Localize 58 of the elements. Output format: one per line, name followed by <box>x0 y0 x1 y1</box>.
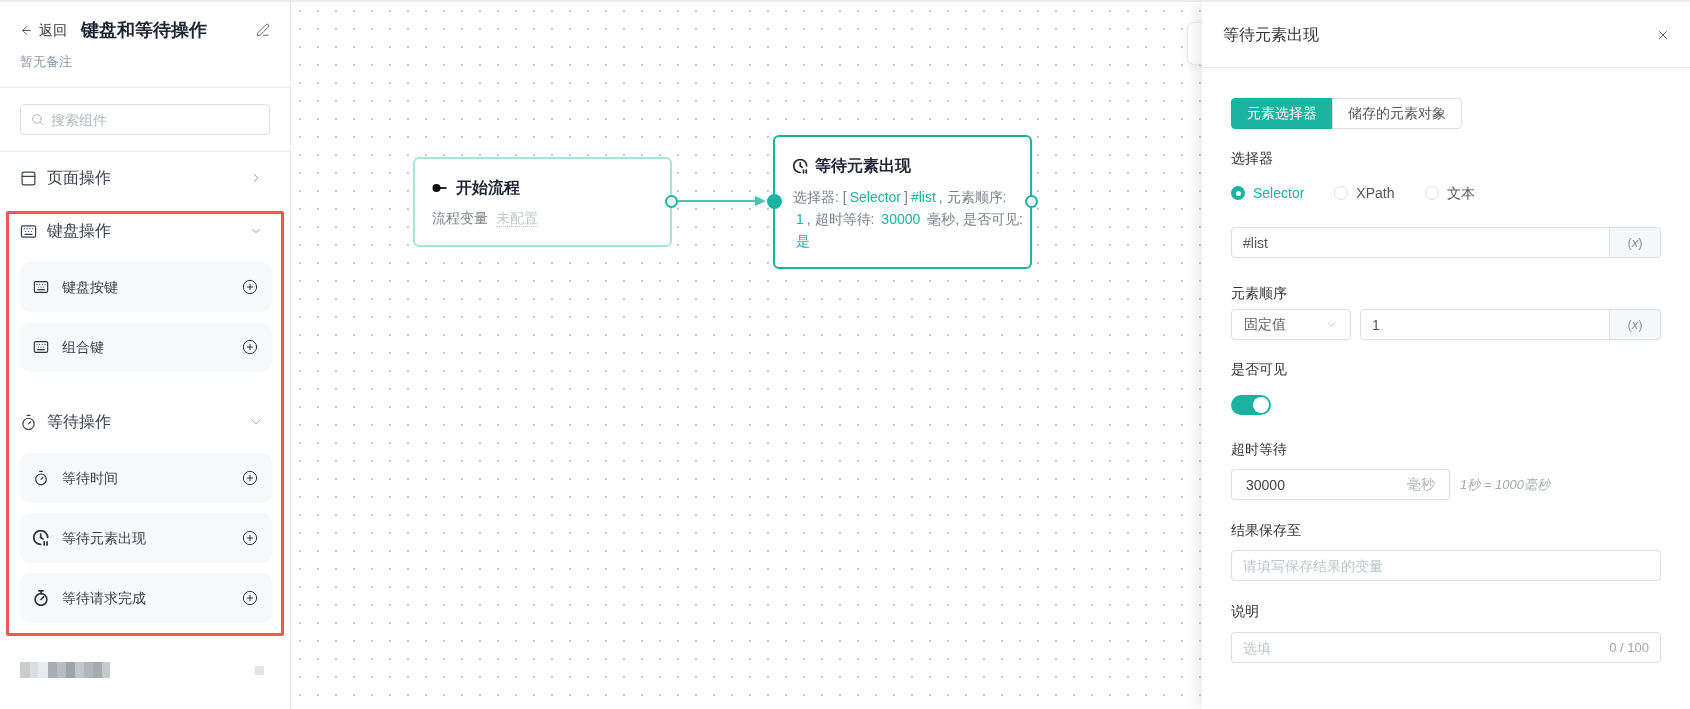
start-dot-icon <box>432 184 447 192</box>
pixelated-block <box>255 665 264 675</box>
clock-icon <box>793 158 808 174</box>
stopwatch-icon <box>33 590 49 606</box>
component-label: 等待请求完成 <box>62 588 146 608</box>
flow-title: 键盘和等待操作 <box>81 18 207 42</box>
order-input[interactable]: 1 <box>1360 309 1610 340</box>
clock-icon <box>33 530 49 546</box>
component-item[interactable]: 键盘按键 <box>20 262 272 312</box>
description-label: 说明 <box>1231 602 1260 621</box>
keyboard-icon <box>20 222 37 240</box>
add-icon[interactable] <box>242 590 258 606</box>
flow-node[interactable]: 开始流程 流程变量 未配置 <box>413 157 672 247</box>
segment-tab[interactable]: 储存的元素对象 <box>1332 98 1462 129</box>
add-icon[interactable] <box>242 470 258 486</box>
save-to-input[interactable]: 请填写保存结果的变量 <box>1231 550 1661 581</box>
drawer-title: 等待元素出现 <box>1223 24 1319 45</box>
radio-option[interactable]: XPath <box>1334 182 1395 204</box>
component-label: 组合键 <box>62 337 104 357</box>
component-item[interactable]: 等待时间 <box>20 453 272 503</box>
edit-icon[interactable] <box>256 23 270 37</box>
back-button[interactable]: 返回 <box>20 19 67 41</box>
search-icon <box>31 113 44 126</box>
group-header[interactable]: 等待操作 <box>9 405 281 439</box>
visible-label: 是否可见 <box>1231 360 1288 379</box>
flow-node[interactable]: 等待元素出现 选择器: [ Selector ] #list , 元素顺序: 1 , 超时等待: 30000 毫秒, 是否可见: 是 <box>773 135 1032 269</box>
node-title: 等待元素出现 <box>815 156 911 176</box>
component-label: 等待元素出现 <box>62 528 146 548</box>
keyboard-icon <box>33 339 49 355</box>
add-icon[interactable] <box>242 339 258 355</box>
group-header[interactable]: 页面操作 <box>0 161 290 195</box>
component-label: 等待时间 <box>62 468 118 488</box>
search-field[interactable]: 搜索组件 <box>20 104 270 135</box>
node-title: 开始流程 <box>456 178 520 198</box>
component-item[interactable]: 等待元素出现 <box>20 513 272 563</box>
window-icon <box>20 169 37 187</box>
back-arrow-icon <box>20 23 33 37</box>
order-label: 元素顺序 <box>1231 284 1288 303</box>
selector-label: 选择器 <box>1231 149 1274 168</box>
component-item[interactable]: 等待请求完成 <box>20 573 272 623</box>
node-summary: 选择器: [ Selector ] #list , 元素顺序: 1 , 超时等待: 30000 毫秒, 是否可见: 是 <box>793 188 1024 251</box>
field-label: 流程变量 <box>432 209 488 228</box>
timer-icon <box>20 413 37 431</box>
timer-icon <box>33 470 49 486</box>
flow-note: 暂无备注 <box>20 53 73 71</box>
radio-option[interactable]: 文本 <box>1424 182 1475 204</box>
mode-select[interactable]: 固定值 <box>1231 309 1351 340</box>
selector-input[interactable]: #list <box>1231 227 1610 258</box>
visibility-toggle[interactable] <box>1231 395 1271 415</box>
save-to-label: 结果保存至 <box>1231 521 1302 540</box>
component-item[interactable]: 组合键 <box>20 322 272 372</box>
add-icon[interactable] <box>242 279 258 295</box>
group-header[interactable]: 键盘操作 <box>9 214 281 248</box>
timeout-label: 超时等待 <box>1231 440 1288 459</box>
component-label: 键盘按键 <box>62 277 118 297</box>
keyboard-icon <box>33 279 49 295</box>
timeout-hint: 1秒 = 1000毫秒 <box>1460 475 1550 494</box>
add-icon[interactable] <box>242 530 258 546</box>
